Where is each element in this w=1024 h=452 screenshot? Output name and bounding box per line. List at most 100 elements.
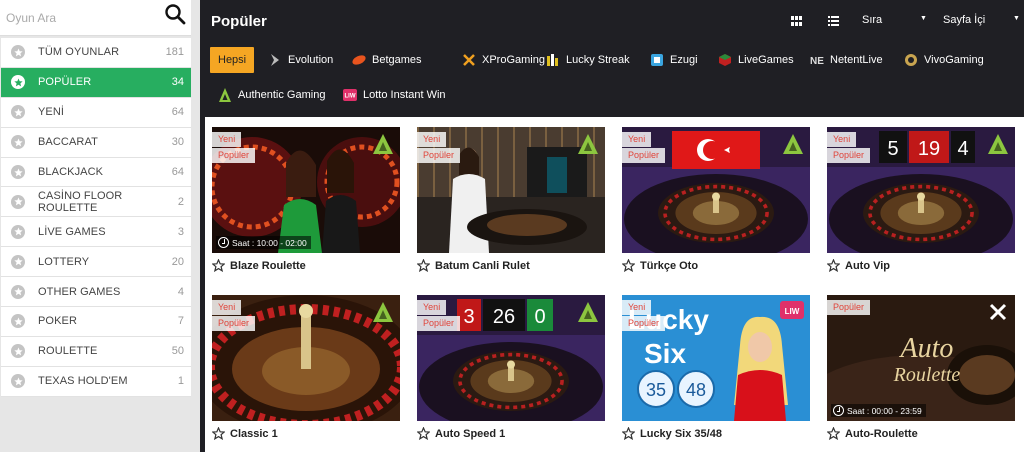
sort-select[interactable]: Sıra ▼: [862, 14, 930, 26]
search-box: [0, 0, 191, 36]
game-tag-badge: Yeni: [417, 300, 447, 315]
provider-filter-label: Authentic Gaming: [238, 89, 326, 101]
clock-icon: [218, 237, 229, 248]
opening-hours-text: Saat : 00:00 - 23:59: [847, 405, 922, 416]
provider-filter[interactable]: XProGaming: [462, 47, 545, 73]
favorite-star-icon[interactable]: [417, 259, 430, 272]
sidebar-item-label: ROULETTE: [38, 345, 98, 358]
game-thumbnail[interactable]: 3 26 0 Yeni Popüler: [417, 295, 605, 421]
opening-hours-text: Saat : 10:00 - 02:00: [232, 237, 307, 248]
game-card[interactable]: 3 26 0 Yeni Popüler Auto Speed 1: [417, 295, 605, 445]
sidebar-item-label: BLACKJACK: [38, 166, 104, 178]
provider-filter[interactable]: Betgames: [352, 47, 422, 73]
game-title-text: Auto-Roulette: [845, 427, 918, 440]
sidebar-item[interactable]: ROULETTE 50: [1, 336, 191, 367]
thumb-title-text: Roulette: [893, 364, 961, 386]
game-tag-badge: Yeni: [212, 132, 242, 147]
sidebar-item-count: 50: [171, 345, 184, 358]
favorite-star-icon[interactable]: [622, 259, 635, 272]
game-thumbnail[interactable]: Yeni Popüler: [417, 127, 605, 253]
provider-filter-label: XProGaming: [482, 54, 545, 66]
provider-filter[interactable]: Ezugi: [650, 47, 698, 73]
game-title[interactable]: Türkçe Oto: [622, 259, 698, 272]
game-thumbnail[interactable]: 5 19 4 Yeni Popüler: [827, 127, 1015, 253]
provider-filter[interactable]: Lucky Streak: [546, 47, 630, 73]
sidebar-item[interactable]: OTHER GAMES 4: [1, 277, 191, 308]
game-card[interactable]: Auto Roulette Popüler Saat : 00:00 - 23:59 A…: [827, 295, 1015, 445]
livegames-icon: [719, 54, 731, 66]
sidebar-item[interactable]: LİVE GAMES 3: [1, 217, 191, 248]
thumb-title-text: Auto: [899, 333, 954, 364]
game-card[interactable]: Yeni Popüler Saat : 10:00 - 02:00 Blaze Rou…: [212, 127, 400, 277]
game-card[interactable]: Yeni Popüler Classic 1: [212, 295, 400, 445]
game-tag-badge: Popüler: [212, 316, 256, 331]
svg-text:LIW: LIW: [345, 94, 356, 100]
sidebar-item-count: 64: [171, 166, 184, 178]
category-menu: TÜM OYUNLAR 181 POPÜLER 34 YENİ 64 BACCARAT 30 B…: [1, 38, 191, 397]
star-icon: [11, 224, 25, 239]
list-view-icon[interactable]: [828, 16, 839, 26]
favorite-star-icon[interactable]: [827, 427, 840, 440]
authentic-gaming-logo-icon: [373, 302, 393, 322]
provider-filter[interactable]: Hepsi: [210, 47, 255, 73]
provider-filter-label: Lotto Instant Win: [363, 89, 446, 101]
thumb-number: 4: [957, 138, 968, 160]
sidebar-item[interactable]: BACCARAT 30: [1, 127, 191, 158]
game-thumbnail[interactable]: Yeni Popüler: [622, 127, 810, 253]
game-title-text: Auto Vip: [845, 259, 891, 272]
star-icon: [11, 135, 25, 150]
search-input[interactable]: [0, 0, 160, 36]
favorite-star-icon[interactable]: [827, 259, 840, 272]
game-title[interactable]: Batum Canli Rulet: [417, 259, 530, 272]
provider-filter[interactable]: LiveGames: [718, 47, 794, 73]
evolution-icon: [271, 54, 279, 66]
game-tag-badge: Popüler: [417, 148, 461, 163]
sidebar-item[interactable]: TÜM OYUNLAR 181: [1, 38, 191, 68]
search-icon[interactable]: [163, 2, 187, 26]
star-icon: [11, 165, 25, 179]
game-card[interactable]: Yeni Popüler Batum Canli Rulet: [417, 127, 605, 277]
favorite-star-icon[interactable]: [417, 427, 430, 440]
game-title[interactable]: Blaze Roulette: [212, 259, 306, 272]
favorite-star-icon[interactable]: [212, 427, 225, 440]
sidebar-item[interactable]: BLACKJACK 64: [1, 157, 191, 188]
game-title[interactable]: Lucky Six 35/48: [622, 427, 722, 440]
game-title[interactable]: Auto-Roulette: [827, 427, 918, 440]
game-grid: Yeni Popüler Saat : 10:00 - 02:00 Blaze Rou…: [205, 117, 1024, 452]
sidebar-item-label: YENİ: [38, 106, 65, 119]
authentic-icon: [219, 88, 231, 102]
game-card[interactable]: Lucky Six 35 48 LIW Yeni Popüler Lucky Six 35/4…: [622, 295, 810, 445]
game-tag-badge: Yeni: [417, 132, 447, 147]
sidebar-item-count: 2: [177, 195, 184, 208]
game-card[interactable]: Yeni Popüler Türkçe Oto: [622, 127, 810, 277]
game-thumbnail[interactable]: Auto Roulette Popüler Saat : 00:00 - 23:59: [827, 295, 1015, 421]
game-thumbnail[interactable]: Lucky Six 35 48 LIW Yeni Popüler: [622, 295, 810, 421]
authentic-gaming-logo-icon: [988, 134, 1008, 154]
provider-filter[interactable]: LIW Lotto Instant Win: [343, 82, 446, 108]
grid-view-icon[interactable]: [791, 16, 802, 26]
provider-filter[interactable]: Evolution: [268, 47, 333, 73]
favorite-star-icon[interactable]: [212, 259, 225, 272]
sidebar-item[interactable]: LOTTERY 20: [1, 247, 191, 278]
game-thumbnail[interactable]: Yeni Popüler: [212, 295, 400, 421]
xprogaming-icon: [463, 54, 475, 66]
sidebar-item[interactable]: YENİ 64: [1, 97, 191, 128]
provider-filter[interactable]: Authentic Gaming: [218, 82, 325, 108]
provider-filter[interactable]: VivoGaming: [904, 47, 984, 73]
sidebar-item[interactable]: TEXAS HOLD'EM 1: [1, 366, 191, 397]
sidebar-item-count: 1: [177, 375, 184, 388]
game-card[interactable]: 5 19 4 Yeni Popüler Auto Vip: [827, 127, 1015, 277]
provider-filter[interactable]: NE NetentLive: [810, 47, 883, 73]
page-size-select-label: Sayfa İçi: [943, 14, 986, 26]
page: TÜM OYUNLAR181POPÜLER34YENİ64BACCARAT30B…: [0, 0, 1024, 452]
game-title[interactable]: Auto Vip: [827, 259, 890, 272]
favorite-star-icon[interactable]: [622, 427, 635, 440]
sidebar-item[interactable]: POKER 7: [1, 307, 191, 337]
sidebar-item[interactable]: CASİNO FLOOR ROULETTE 2: [1, 187, 191, 218]
sidebar-item[interactable]: POPÜLER 34: [1, 67, 191, 98]
game-thumbnail[interactable]: Yeni Popüler Saat : 10:00 - 02:00: [212, 127, 400, 253]
game-tag-badge: Popüler: [827, 148, 871, 163]
game-title[interactable]: Auto Speed 1: [417, 427, 505, 440]
page-size-select[interactable]: Sayfa İçi ▼: [943, 14, 1021, 26]
game-title[interactable]: Classic 1: [212, 427, 278, 440]
